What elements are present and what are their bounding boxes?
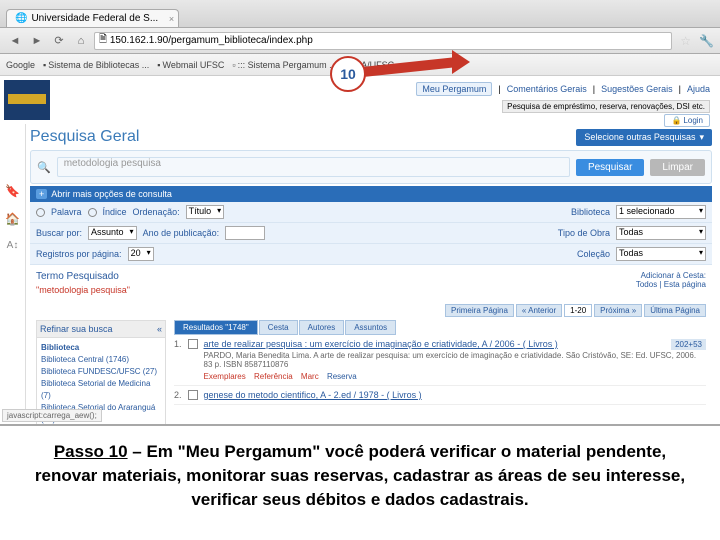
page-title: Pesquisa Geral — [30, 128, 139, 146]
link-referencia[interactable]: Referência — [254, 372, 293, 381]
library-select[interactable]: 1 selecionado — [616, 205, 706, 219]
clear-button[interactable]: Limpar — [650, 159, 705, 176]
main-content: 🔖 🏠 A↕ Pesquisa Geral Selecione outras P… — [0, 124, 720, 420]
search-button[interactable]: Pesquisar — [576, 159, 644, 176]
top-links: Meu Pergamum | Comentários Gerais | Suge… — [416, 82, 710, 96]
prev-page[interactable]: « Anterior — [516, 304, 562, 317]
back-button[interactable]: ◄ — [6, 32, 24, 50]
result-title[interactable]: arte de realizar pesquisa : um exercício… — [204, 339, 558, 349]
meu-pergamum-link[interactable]: Meu Pergamum — [416, 82, 492, 96]
bookmark-item[interactable]: Google — [6, 60, 35, 70]
filter-row-1: Palavra Índice Ordenação:Título Bibliote… — [30, 202, 712, 223]
url-input[interactable]: 🗎 150.162.1.90/pergamum_biblioteca/index… — [94, 32, 672, 50]
text-size-icon[interactable]: A↕ — [7, 240, 19, 251]
result-checkbox[interactable] — [188, 339, 198, 349]
link-marc[interactable]: Marc — [301, 372, 319, 381]
tag-icon[interactable]: 🔖 — [5, 184, 20, 198]
ajuda-link[interactable]: Ajuda — [687, 84, 710, 94]
bookmark-star-icon[interactable]: ☆ — [680, 34, 691, 48]
reload-button[interactable]: ⟳ — [50, 32, 68, 50]
result-row: 2. genese do metodo cientifico, A - 2.ed… — [174, 386, 706, 405]
home-icon[interactable]: 🏠 — [5, 212, 20, 226]
result-desc: PARDO, Maria Benedita Lima. A arte de re… — [204, 351, 706, 369]
page-range: 1-20 — [564, 304, 592, 317]
sub-description: Pesquisa de empréstimo, reserva, renovaç… — [502, 100, 710, 113]
callout-arrow — [360, 52, 480, 82]
result-row: 1. arte de realizar pesquisa : um exercí… — [174, 335, 706, 386]
sugestoes-link[interactable]: Sugestões Gerais — [601, 84, 673, 94]
comentarios-link[interactable]: Comentários Gerais — [507, 84, 587, 94]
collapse-icon: « — [157, 324, 162, 334]
bookmark-item[interactable]: ▫ ::: Sistema Pergamum ... — [232, 60, 336, 70]
searchby-select[interactable]: Assunto — [88, 226, 137, 240]
pager: Primeira Página « Anterior 1-20 Próxima … — [30, 301, 712, 320]
collection-select[interactable]: Todas — [616, 247, 706, 261]
browser-tab[interactable]: 🌐 Universidade Federal de S... × — [6, 9, 179, 27]
result-checkbox[interactable] — [188, 390, 198, 400]
refine-item[interactable]: Biblioteca Central (1746) — [41, 355, 129, 364]
cart-links: Adicionar à Cesta: Todos | Esta página — [636, 271, 706, 289]
result-access[interactable]: 202+53 — [671, 339, 706, 350]
terms-value: "metodologia pesquisa" — [36, 285, 706, 295]
add-page-link[interactable]: Esta página — [664, 280, 706, 289]
tab-assuntos[interactable]: Assuntos — [345, 320, 396, 335]
first-page[interactable]: Primeira Página — [445, 304, 514, 317]
filter-row-3: Registros por página:20 ColeçãoTodas — [30, 244, 712, 265]
tab-autores[interactable]: Autores — [299, 320, 345, 335]
refine-category: Biblioteca — [41, 343, 79, 352]
browser-tabstrip: 🌐 Universidade Federal de S... × — [0, 0, 720, 28]
tab-results[interactable]: Resultados "1748" — [174, 320, 258, 335]
terms-block: Adicionar à Cesta: Todos | Esta página T… — [30, 265, 712, 301]
ufsc-logo — [4, 80, 50, 120]
add-all-link[interactable]: Todos — [636, 280, 657, 289]
login-button[interactable]: 🔒 Login — [664, 114, 710, 127]
last-page[interactable]: Última Página — [644, 304, 706, 317]
chevron-down-icon: ▾ — [699, 132, 704, 143]
caption-text: – Em "Meu Pergamum" você poderá verifica… — [35, 442, 685, 509]
next-page[interactable]: Próxima » — [594, 304, 642, 317]
radio-palavra[interactable] — [36, 208, 45, 217]
status-bar: javascript:carrega_aew(); — [2, 409, 102, 422]
link-exemplares[interactable]: Exemplares — [204, 372, 246, 381]
forward-button[interactable]: ► — [28, 32, 46, 50]
globe-icon: 🌐 — [15, 13, 27, 24]
radio-indice[interactable] — [88, 208, 97, 217]
url-text: 150.162.1.90/pergamum_biblioteca/index.p… — [110, 35, 313, 46]
tutorial-caption: Passo 10 – Em "Meu Pergamum" você poderá… — [0, 424, 720, 540]
link-reserva[interactable]: Reserva — [327, 372, 357, 381]
address-bar: ◄ ► ⟳ ⌂ 🗎 150.162.1.90/pergamum_bibliote… — [0, 28, 720, 54]
refine-item[interactable]: Biblioteca Setorial de Medicina (7) — [41, 379, 150, 400]
sort-select[interactable]: Título — [186, 205, 225, 219]
page-icon: 🗎 — [99, 32, 107, 49]
refine-item[interactable]: Biblioteca FUNDESC/UFSC (27) — [41, 367, 157, 376]
expand-options-bar[interactable]: + Abrir mais opções de consulta — [30, 186, 712, 202]
close-icon[interactable]: × — [169, 14, 174, 24]
lock-icon: 🔒 — [671, 116, 681, 125]
step-callout: 10 — [330, 56, 366, 92]
result-title[interactable]: genese do metodo cientifico, A - 2.ed / … — [204, 390, 422, 400]
select-other-searches[interactable]: Selecione outras Pesquisas▾ — [576, 129, 712, 146]
refine-header[interactable]: Refinar sua busca« — [36, 320, 166, 338]
search-input[interactable]: metodologia pesquisa — [57, 157, 570, 177]
perpage-select[interactable]: 20 — [128, 247, 154, 261]
filter-row-2: Buscar por:Assunto Ano de publicação: Ti… — [30, 223, 712, 244]
tab-cesta[interactable]: Cesta — [259, 320, 298, 335]
year-input[interactable] — [225, 226, 265, 240]
search-row: 🔍 metodologia pesquisa Pesquisar Limpar — [30, 150, 712, 184]
side-toolbar: 🔖 🏠 A↕ — [0, 124, 26, 420]
search-icon: 🔍 — [37, 161, 51, 174]
terms-label: Termo Pesquisado — [36, 271, 706, 282]
bookmark-item[interactable]: ▪ Sistema de Bibliotecas ... — [43, 60, 149, 70]
plus-icon: + — [36, 189, 47, 199]
bookmark-item[interactable]: ▪ Webmail UFSC — [157, 60, 224, 70]
type-select[interactable]: Todas — [616, 226, 706, 240]
caption-step: Passo 10 — [54, 442, 128, 461]
settings-wrench-icon[interactable]: 🔧 — [699, 34, 714, 48]
home-button[interactable]: ⌂ — [72, 32, 90, 50]
tab-title: Universidade Federal de S... — [31, 13, 158, 24]
